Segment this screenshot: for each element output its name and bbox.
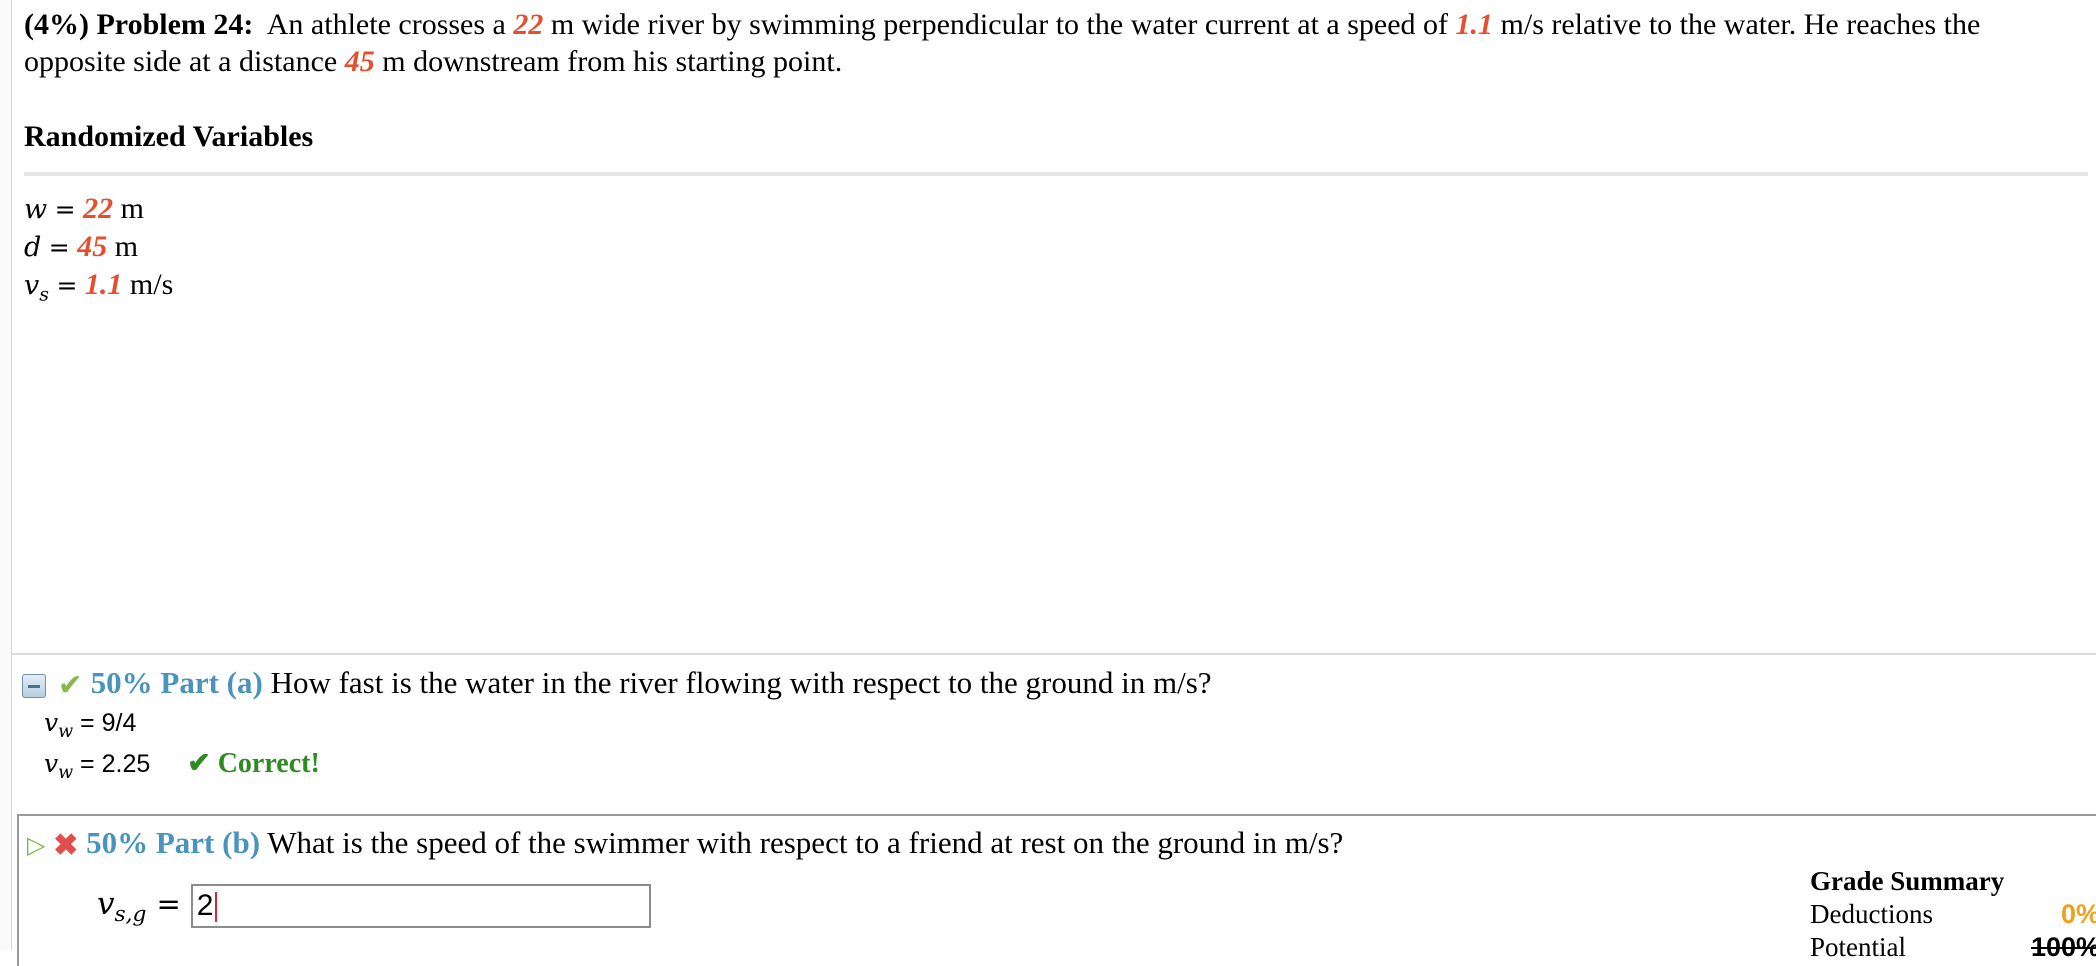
checkmark-icon: ✔ [57, 668, 83, 702]
part-b-percent: 50% [86, 825, 149, 860]
variable-symbol: d [24, 232, 42, 263]
deductions-label: Deductions [1810, 899, 1933, 929]
answer-expression: 9/4 [101, 709, 137, 737]
divider [24, 172, 2088, 176]
variable-row: w = 22 m [24, 190, 173, 228]
answer-subscript: w [58, 722, 74, 742]
part-a-section: ✔ 50% Part (a) How fast is the water in … [22, 662, 2082, 783]
part-b-header: ▷ ✖ 50% Part (b) What is the speed of th… [27, 822, 1343, 867]
part-a-answer-value: vw = 2.25 ✔ Correct! [44, 748, 320, 783]
equals-sign: = [48, 233, 70, 262]
variable-value: 1.1 [84, 268, 123, 301]
potential-row: Potential 100% [1810, 931, 2096, 964]
potential-value: 100% [2030, 932, 2096, 962]
variable-symbol-base: v [24, 270, 40, 301]
input-subscript: s,g [114, 902, 147, 928]
divider [11, 653, 2096, 655]
swim-speed-value: 1.1 [1455, 8, 1494, 41]
correct-status: ✔ Correct! [187, 748, 320, 779]
part-a-label: Part (a) [160, 665, 263, 700]
part-b-question: What is the speed of the swimmer with re… [267, 825, 1344, 860]
variable-unit: m/s [129, 268, 174, 301]
problem-text-4: m downstream from his starting point. [382, 45, 843, 78]
equals-sign: = [56, 271, 78, 300]
problem-weight: (4%) [24, 8, 89, 41]
variable-row: vs = 1.1 m/s [24, 266, 173, 313]
variable-symbol: w [24, 194, 48, 225]
input-value: 2 [196, 889, 214, 923]
answer-symbol: v [44, 708, 59, 737]
grade-summary-title: Grade Summary [1810, 866, 2005, 896]
randomized-variables-title: Randomized Variables [24, 120, 314, 153]
answer-value: 2.25 [101, 750, 151, 778]
answer-symbol: v [44, 749, 59, 778]
part-a-question: How fast is the water in the river flowi… [270, 665, 1212, 700]
answer-input[interactable]: 2 [190, 884, 651, 929]
answer-subscript: w [58, 763, 74, 783]
input-symbol: vs,g [97, 886, 146, 927]
incorrect-x-icon: ✖ [53, 828, 79, 862]
part-a-answer-expression: vw = 9/4 [44, 708, 137, 742]
collapse-icon[interactable] [22, 673, 46, 698]
part-a-percent: 50% [90, 665, 153, 700]
part-a-header: ✔ 50% Part (a) How fast is the water in … [22, 662, 1212, 707]
equals-sign: = [156, 887, 181, 921]
problem-statement: (4%) Problem 24: An athlete crosses a 22… [24, 6, 2084, 80]
variable-symbol: vs [24, 270, 49, 305]
problem-text-2: m wide river by swimming perpendicular t… [550, 8, 1449, 41]
variable-unit: m [120, 192, 144, 225]
potential-label: Potential [1810, 932, 1906, 962]
left-gutter [0, 0, 12, 950]
equals-sign: = [54, 195, 76, 224]
variable-subscript: s [39, 283, 49, 306]
deductions-value: 0% [2060, 899, 2096, 929]
input-symbol-base: v [97, 886, 115, 922]
variable-value: 45 [77, 230, 108, 263]
variable-unit: m [114, 230, 139, 263]
part-b-label: Part (b) [155, 825, 261, 860]
variable-row: d = 45 m [24, 228, 173, 266]
problem-label: Problem 24: [96, 8, 254, 41]
deductions-row: Deductions 0% [1810, 898, 2096, 931]
river-width-value: 22 [513, 8, 544, 41]
problem-text-1: An athlete crosses a [266, 8, 506, 41]
grade-summary: Grade Summary Deductions 0% Potential 10… [1810, 865, 2096, 964]
play-icon[interactable]: ▷ [27, 833, 45, 859]
variable-value: 22 [83, 192, 114, 225]
randomized-variables-list: w = 22 m d = 45 m vs = 1.1 m/s [24, 190, 173, 313]
part-b-section: ▷ ✖ 50% Part (b) What is the speed of th… [17, 814, 2096, 966]
downstream-distance-value: 45 [344, 45, 375, 78]
text-caret [215, 892, 218, 923]
part-b-input-row: vs,g = 2 [97, 884, 651, 932]
